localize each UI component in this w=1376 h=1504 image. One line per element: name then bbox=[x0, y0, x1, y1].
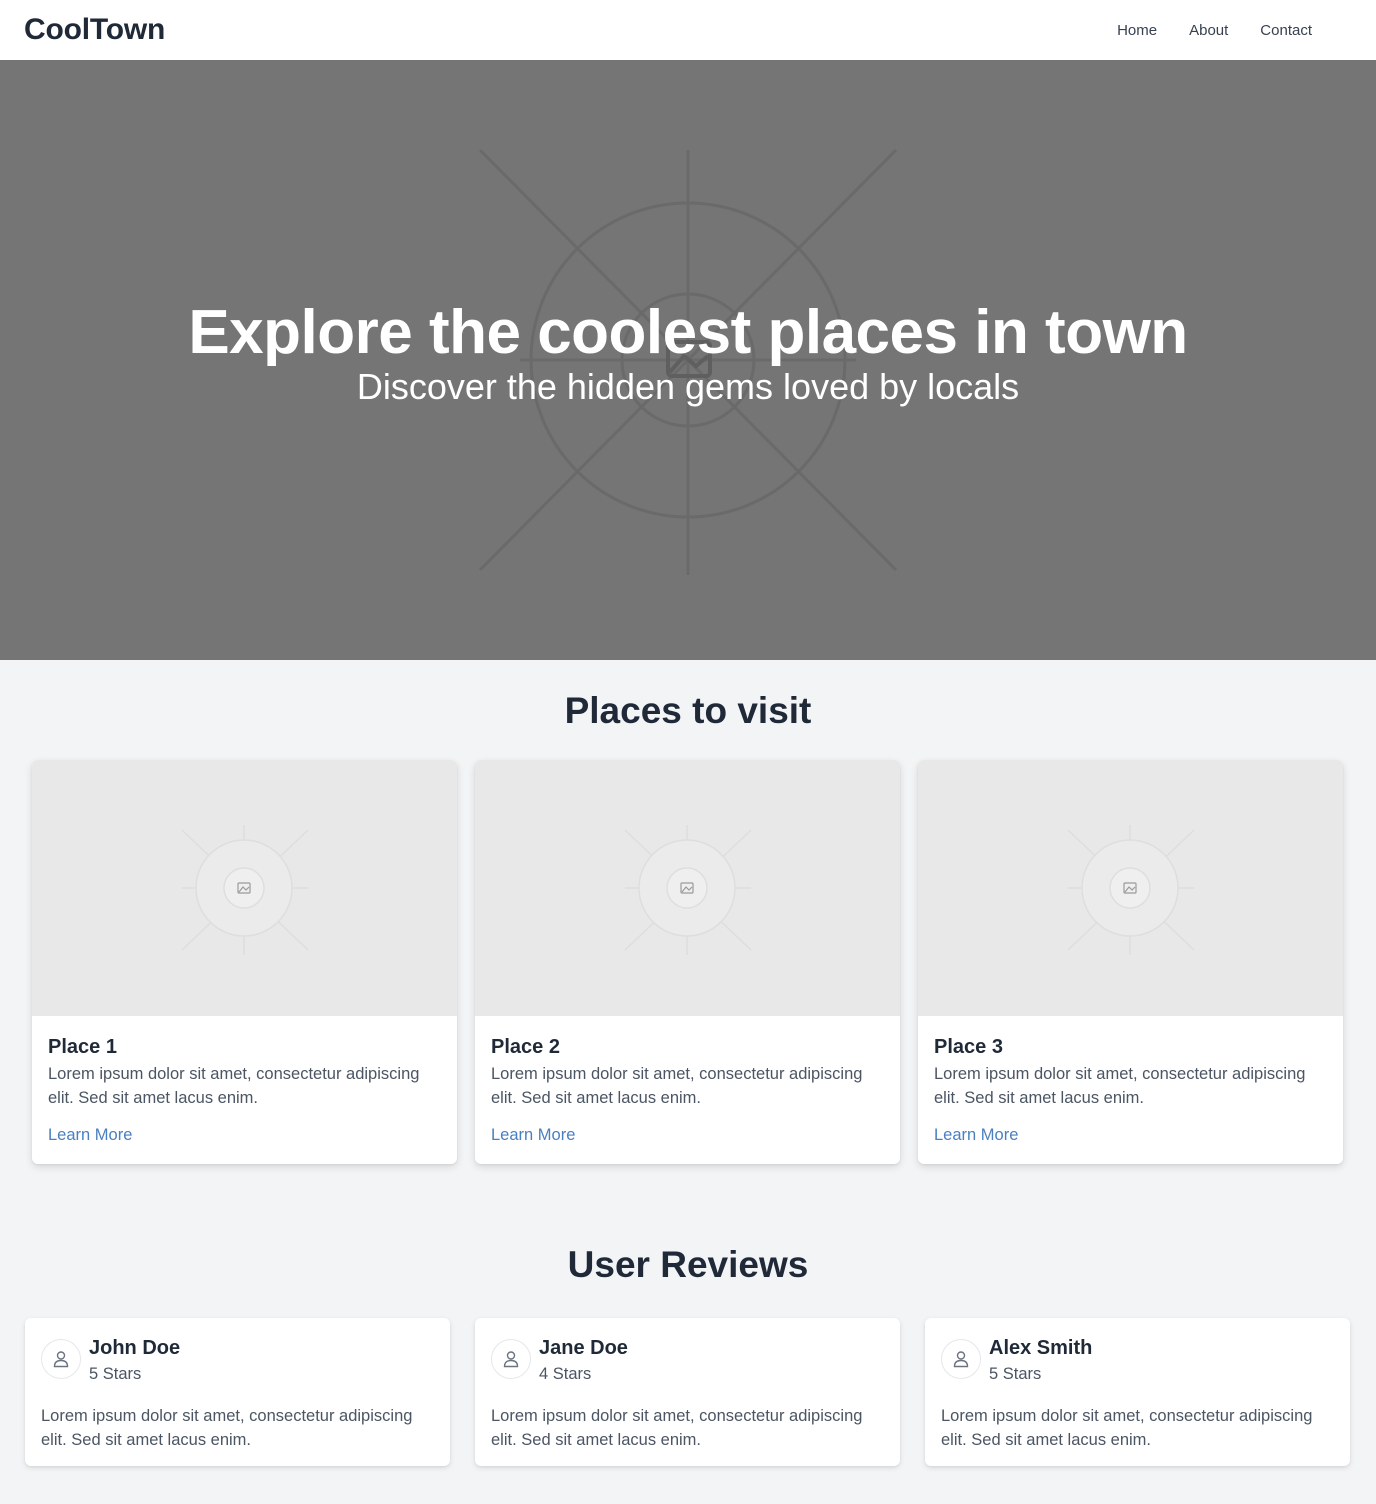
user-icon bbox=[503, 1351, 519, 1368]
reviewer-info: John Doe 5 Stars bbox=[89, 1336, 180, 1386]
avatar bbox=[491, 1339, 531, 1379]
image-placeholder-icon bbox=[181, 825, 309, 955]
image-placeholder-icon bbox=[1067, 825, 1195, 955]
hero-subtitle: Discover the hidden gems loved by locals bbox=[356, 366, 1020, 407]
hero-title: Explore the coolest places in town bbox=[188, 298, 1188, 367]
place-image bbox=[918, 760, 1343, 1016]
place-description: Lorem ipsum dolor sit amet, consectetur … bbox=[934, 1065, 1306, 1107]
review-card: Jane Doe 4 Stars Lorem ipsum dolor sit a… bbox=[475, 1318, 900, 1466]
place-description: Lorem ipsum dolor sit amet, consectetur … bbox=[48, 1065, 420, 1107]
review-card: John Doe 5 Stars Lorem ipsum dolor sit a… bbox=[25, 1318, 450, 1466]
review-card: Alex Smith 5 Stars Lorem ipsum dolor sit… bbox=[925, 1318, 1350, 1466]
place-name: Place 2 bbox=[491, 1036, 560, 1058]
reviewer-name: John Doe bbox=[89, 1337, 181, 1359]
reviewer-name: Jane Doe bbox=[539, 1337, 628, 1359]
site-logo[interactable]: CoolTown bbox=[24, 13, 165, 47]
review-text: Lorem ipsum dolor sit amet, consectetur … bbox=[941, 1407, 1313, 1449]
nav-home-link[interactable]: Home bbox=[1117, 22, 1157, 39]
places-section: Places to visit Place 1 Lorem ipsum dolo… bbox=[0, 660, 1376, 1164]
reviews-title: User Reviews bbox=[567, 1244, 809, 1285]
avatar bbox=[941, 1339, 981, 1379]
review-header: Jane Doe 4 Stars bbox=[491, 1336, 884, 1386]
review-text: Lorem ipsum dolor sit amet, consectetur … bbox=[491, 1407, 863, 1449]
hero-banner: Explore the coolest places in town Disco… bbox=[0, 60, 1376, 660]
review-header: Alex Smith 5 Stars bbox=[941, 1336, 1334, 1386]
user-icon bbox=[953, 1351, 969, 1368]
reviewer-rating: 5 Stars bbox=[989, 1365, 1042, 1383]
learn-more-link[interactable]: Learn More bbox=[491, 1126, 575, 1145]
review-text: Lorem ipsum dolor sit amet, consectetur … bbox=[41, 1407, 413, 1449]
reviewer-rating: 5 Stars bbox=[89, 1365, 142, 1383]
reviewer-info: Alex Smith 5 Stars bbox=[989, 1336, 1092, 1386]
place-name: Place 1 bbox=[48, 1036, 117, 1058]
place-image bbox=[32, 760, 457, 1016]
places-grid: Place 1 Lorem ipsum dolor sit amet, cons… bbox=[0, 760, 1376, 1164]
user-icon bbox=[53, 1351, 69, 1368]
place-body: Place 2 Lorem ipsum dolor sit amet, cons… bbox=[475, 1016, 900, 1161]
image-placeholder-icon bbox=[624, 825, 752, 955]
place-image bbox=[475, 760, 900, 1016]
reviews-section: User Reviews John Doe 5 Stars Lorem ipsu… bbox=[0, 1164, 1376, 1466]
place-description: Lorem ipsum dolor sit amet, consectetur … bbox=[491, 1065, 863, 1107]
reviewer-name: Alex Smith bbox=[989, 1337, 1093, 1359]
main-nav: Home About Contact bbox=[1117, 22, 1312, 39]
place-body: Place 3 Lorem ipsum dolor sit amet, cons… bbox=[918, 1016, 1343, 1161]
site-header: CoolTown Home About Contact bbox=[0, 0, 1376, 60]
nav-contact-link[interactable]: Contact bbox=[1260, 22, 1312, 39]
learn-more-link[interactable]: Learn More bbox=[934, 1126, 1018, 1145]
place-card: Place 2 Lorem ipsum dolor sit amet, cons… bbox=[475, 760, 900, 1164]
hero-text: Explore the coolest places in town Disco… bbox=[0, 296, 1376, 408]
place-card: Place 3 Lorem ipsum dolor sit amet, cons… bbox=[918, 760, 1343, 1164]
learn-more-link[interactable]: Learn More bbox=[48, 1126, 132, 1145]
places-title: Places to visit bbox=[564, 690, 812, 731]
reviewer-rating: 4 Stars bbox=[539, 1365, 592, 1383]
reviews-grid: John Doe 5 Stars Lorem ipsum dolor sit a… bbox=[0, 1318, 1376, 1466]
place-body: Place 1 Lorem ipsum dolor sit amet, cons… bbox=[32, 1016, 457, 1161]
place-name: Place 3 bbox=[934, 1036, 1003, 1058]
nav-about-link[interactable]: About bbox=[1189, 22, 1228, 39]
avatar bbox=[41, 1339, 81, 1379]
place-card: Place 1 Lorem ipsum dolor sit amet, cons… bbox=[32, 760, 457, 1164]
review-header: John Doe 5 Stars bbox=[41, 1336, 434, 1386]
reviewer-info: Jane Doe 4 Stars bbox=[539, 1336, 628, 1386]
